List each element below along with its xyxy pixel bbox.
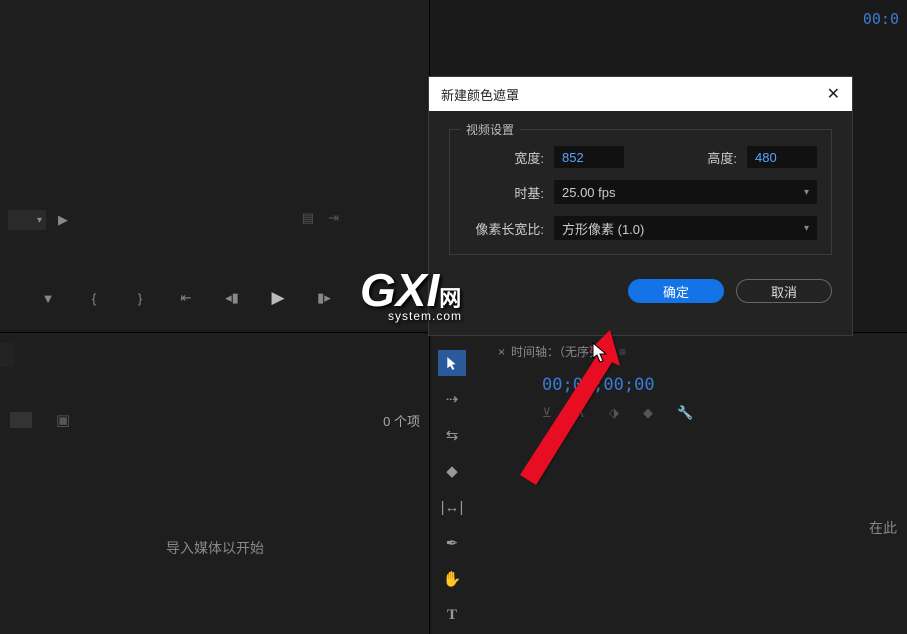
overwrite-icon[interactable]: ⇥ (328, 210, 339, 226)
cancel-button[interactable]: 取消 (736, 279, 832, 303)
marker-icon[interactable]: ⬗ (609, 405, 619, 421)
project-toolbar: ▣ 0 个项 (0, 405, 430, 435)
track-select-tool[interactable]: ⇢ (438, 386, 466, 412)
type-tool[interactable]: T (438, 602, 466, 628)
new-color-matte-dialog: 新建颜色遮罩 ✕ 视频设置 宽度: 高度: 时基: 25.00 fps▾ 像素长… (428, 76, 853, 336)
close-icon[interactable]: ✕ (827, 84, 840, 104)
selection-tool[interactable] (438, 350, 466, 376)
project-thumb-icon[interactable] (10, 412, 32, 428)
preview-mode-dropdown[interactable]: ▾ (8, 210, 46, 230)
step-forward-icon[interactable]: ▮▸ (316, 290, 332, 306)
linked-selection-icon[interactable]: ⊼ (576, 405, 586, 421)
pen-tool[interactable]: ✒ (438, 530, 466, 556)
timeline-tracks-empty: 在此 (562, 448, 907, 608)
ripple-edit-tool[interactable]: ⇆ (438, 422, 466, 448)
snap-icon[interactable]: ⊻ (542, 405, 552, 421)
width-label: 宽度: (464, 148, 544, 167)
step-back-icon[interactable]: ◂▮ (224, 290, 240, 306)
width-input[interactable] (554, 146, 624, 168)
go-to-in-icon[interactable]: ⇤ (178, 290, 194, 306)
project-panel: ▣ 0 个项 导入媒体以开始 (0, 332, 430, 634)
dialog-title-text: 新建颜色遮罩 (441, 85, 519, 104)
dialog-titlebar: 新建颜色遮罩 ✕ (429, 77, 852, 111)
par-label: 像素长宽比: (464, 219, 544, 238)
timeline-timecode[interactable]: 00;00;00;00 (542, 375, 655, 395)
mark-open-icon[interactable]: { (86, 290, 102, 306)
timebase-select[interactable]: 25.00 fps▾ (554, 180, 817, 204)
chevron-down-icon: ▾ (804, 187, 809, 198)
slip-tool[interactable]: |↔| (438, 494, 466, 520)
program-timecode: 00:0 (863, 10, 899, 28)
play-icon[interactable]: ▶ (270, 290, 286, 306)
mark-in-icon[interactable]: ▼ (40, 290, 56, 306)
hand-tool[interactable]: ✋ (438, 566, 466, 592)
camera-icon[interactable]: ▣ (56, 411, 70, 429)
item-count: 0 个项 (383, 411, 420, 430)
ok-button[interactable]: 确定 (628, 279, 724, 303)
height-label: 高度: (707, 148, 737, 167)
panel-tag (0, 343, 14, 367)
insert-icon[interactable]: ▤ (302, 210, 314, 226)
height-input[interactable] (747, 146, 817, 168)
timeline-snap-icons: ⊻ ⊼ ⬗ ◆ 🔧 (542, 405, 693, 421)
chevron-down-icon: ▾ (804, 223, 809, 234)
tool-palette: ⇢ ⇆ ◆ |↔| ✒ ✋ T (432, 350, 472, 628)
mark-close-icon[interactable]: } (132, 290, 148, 306)
video-settings-group: 视频设置 宽度: 高度: 时基: 25.00 fps▾ 像素长宽比: 方形像素 … (449, 129, 832, 255)
import-drop-area[interactable]: 导入媒体以开始 (0, 463, 430, 633)
timebase-label: 时基: (464, 183, 544, 202)
add-marker-icon[interactable]: ◆ (643, 405, 653, 421)
chevron-down-icon: ▾ (37, 215, 42, 226)
timeline-panel: ×时间轴：（无序列）≡ 00;00;00;00 ⊻ ⊼ ⬗ ◆ 🔧 在此 (432, 332, 907, 634)
razor-tool[interactable]: ◆ (438, 458, 466, 484)
video-settings-legend: 视频设置 (460, 121, 520, 138)
transport-controls: ▼ { } ⇤ ◂▮ ▶ ▮▸ (40, 290, 332, 306)
preview-play-icon[interactable]: ▶ (58, 212, 68, 228)
pixel-aspect-select[interactable]: 方形像素 (1.0)▾ (554, 216, 817, 240)
timeline-tab[interactable]: ×时间轴：（无序列）≡ (498, 343, 626, 360)
settings-icon[interactable]: 🔧 (677, 405, 693, 421)
source-monitor: ▾ ▶ ▤ ⇥ ▼ { } ⇤ ◂▮ ▶ ▮▸ (0, 0, 430, 330)
